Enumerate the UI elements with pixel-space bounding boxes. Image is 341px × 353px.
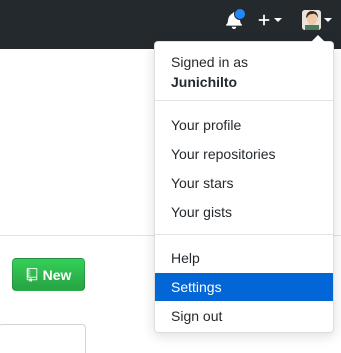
dropdown-item-your-gists[interactable]: Your gists: [155, 198, 333, 226]
chevron-down-icon: [274, 18, 282, 22]
signed-in-header: Signed in as Junichilto: [171, 52, 248, 92]
chevron-down-icon: [324, 18, 332, 22]
notifications-button[interactable]: [226, 8, 246, 31]
plus-icon: [258, 14, 270, 26]
dropdown-caret-inner: [311, 35, 325, 42]
dropdown-divider: [155, 234, 333, 235]
user-dropdown-menu: Signed in as Junichilto Your profile You…: [154, 41, 334, 333]
dropdown-item-your-stars[interactable]: Your stars: [155, 169, 333, 197]
dropdown-item-your-profile[interactable]: Your profile: [155, 111, 333, 139]
new-repository-button[interactable]: New: [12, 258, 85, 291]
dropdown-divider: [155, 100, 333, 101]
user-menu-button[interactable]: [302, 10, 332, 30]
dropdown-item-your-repositories[interactable]: Your repositories: [155, 140, 333, 168]
unread-indicator-dot: [234, 8, 246, 20]
avatar: [302, 10, 321, 30]
page: New Signed in as Junichilto Your profile…: [0, 0, 341, 353]
signed-in-label: Signed in as: [171, 54, 249, 70]
dropdown-item-settings[interactable]: Settings: [155, 273, 333, 301]
create-new-menu-button[interactable]: [257, 9, 287, 31]
book-icon: [26, 267, 37, 282]
dropdown-item-sign-out[interactable]: Sign out: [155, 302, 333, 330]
signed-in-username: Junichilto: [171, 74, 238, 90]
repository-search-input[interactable]: [0, 324, 86, 353]
dropdown-item-help[interactable]: Help: [155, 244, 333, 272]
new-button-label: New: [42, 266, 72, 283]
